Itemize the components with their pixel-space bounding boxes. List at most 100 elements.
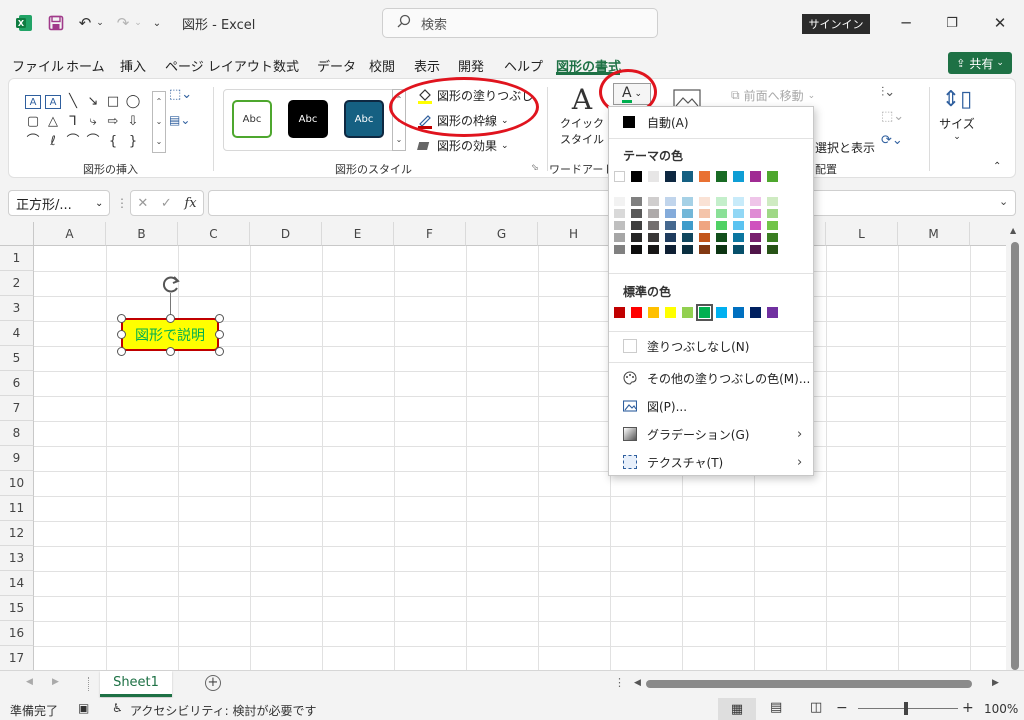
enter-icon[interactable]: ✓ [161,196,172,211]
line-icon[interactable]: ╲ [65,95,81,109]
theme-tint-swatch[interactable] [631,245,642,254]
collapse-ribbon-icon[interactable]: ⌃ [993,161,1001,172]
signin-button[interactable]: サインイン [802,14,870,34]
row-header[interactable]: 4 [0,321,34,346]
column-header[interactable]: L [826,222,898,246]
column-header[interactable] [970,222,1006,246]
resize-handle[interactable] [117,330,126,339]
tab-review[interactable]: 校閲 [369,56,395,75]
row-header[interactable]: 16 [0,621,34,646]
theme-tint-swatch[interactable] [648,197,659,206]
textbox-insert-icon[interactable]: ▤⌄ [169,113,199,131]
scroll-right-icon[interactable]: ▶ [992,678,999,688]
page-layout-view-icon[interactable]: ▤ [770,700,782,715]
row-header[interactable]: 1 [0,246,34,271]
save-icon[interactable] [46,10,66,36]
row-header[interactable]: 5 [0,346,34,371]
shapes-gallery[interactable]: A A ╲ ↘ □ ◯ ▢ △ ⅂ ⤷ ⇨ ⇩ ⌒ ℓ ⌒ ⌒ { } ⌃ ⌄ ⌄ [21,91,171,153]
left-brace-icon[interactable]: { [105,135,121,149]
zoom-out-icon[interactable]: − [836,700,848,716]
edit-shape-icon[interactable]: ⬚⌄ [169,87,199,105]
standard-color-swatch[interactable] [682,307,693,318]
share-button[interactable]: ⇪ 共有 ⌄ [948,52,1012,74]
theme-tint-swatch[interactable] [631,233,642,242]
theme-tint-swatch[interactable] [699,233,710,242]
standard-color-swatch[interactable] [767,307,778,318]
row-header[interactable]: 11 [0,496,34,521]
theme-color-swatch[interactable] [716,171,727,182]
right-brace-icon[interactable]: } [125,135,141,149]
customize-qat-icon[interactable]: ⌄ [150,10,164,36]
column-header[interactable]: D [250,222,322,246]
column-header[interactable]: M [898,222,970,246]
automatic-color-item[interactable]: 自動(A) [609,109,813,135]
column-header[interactable]: E [322,222,394,246]
arc-icon[interactable]: ⌒ [85,135,101,149]
style-preset-green-outline[interactable]: Abc [232,100,272,138]
row-header[interactable]: 13 [0,546,34,571]
theme-tint-swatch[interactable] [614,233,625,242]
rotate-icon[interactable]: ⟳⌄ [881,133,921,157]
theme-tint-swatch[interactable] [733,209,744,218]
elbow-connector-icon[interactable]: ⅂ [65,115,81,129]
row-header[interactable]: 2 [0,271,34,296]
tab-data[interactable]: データ [317,56,356,75]
right-arrow-icon[interactable]: ⇨ [105,115,121,129]
row-header[interactable]: 17 [0,646,34,670]
theme-tint-swatch[interactable] [750,209,761,218]
theme-tint-swatch[interactable] [733,233,744,242]
resize-handle[interactable] [215,347,224,356]
theme-tint-swatch[interactable] [648,233,659,242]
theme-tint-swatch[interactable] [733,221,744,230]
theme-tint-swatch[interactable] [767,233,778,242]
theme-color-swatch[interactable] [750,171,761,182]
zoom-in-icon[interactable]: + [962,700,974,716]
resize-handle[interactable] [117,314,126,323]
picture-fill-item[interactable]: 図(P)... [609,393,813,419]
rounded-rectangle-icon[interactable]: ▢ [25,115,41,129]
tab-view[interactable]: 表示 [414,56,440,75]
triangle-icon[interactable]: △ [45,115,61,129]
resize-handle[interactable] [166,314,175,323]
shape-effects-button[interactable]: 図形の効果 ⌄ [417,137,509,154]
cancel-icon[interactable]: ✕ [137,196,148,211]
zoom-level[interactable]: 100% [984,702,1018,716]
theme-color-swatch[interactable] [682,171,693,182]
undo-dropdown-icon[interactable]: ⌄ [95,10,105,36]
theme-color-swatch[interactable] [699,171,710,182]
style-preset-black[interactable]: Abc [288,100,328,138]
theme-tint-swatch[interactable] [631,209,642,218]
tab-help[interactable]: ヘルプ [504,56,543,75]
theme-tint-swatch[interactable] [699,209,710,218]
standard-color-swatch[interactable] [716,307,727,318]
resize-handle[interactable] [215,330,224,339]
theme-tint-swatch[interactable] [699,221,710,230]
freeform-icon[interactable]: ⌒ [25,135,41,149]
theme-tint-swatch[interactable] [682,245,693,254]
tab-file[interactable]: ファイル [12,56,64,75]
theme-color-swatch[interactable] [614,171,625,182]
curve-icon[interactable]: ⌒ [65,135,81,149]
row-header[interactable]: 15 [0,596,34,621]
theme-tint-swatch[interactable] [614,221,625,230]
theme-tint-swatch[interactable] [682,221,693,230]
page-break-view-icon[interactable]: ◫ [810,700,822,715]
accessibility-status[interactable]: アクセシビリティ: 検討が必要です [130,702,317,719]
close-icon[interactable]: ✕ [990,10,1010,36]
redo-dropdown-icon[interactable]: ⌄ [133,10,143,36]
standard-color-swatch[interactable] [648,307,659,318]
theme-color-swatch[interactable] [648,171,659,182]
texture-item[interactable]: テクスチャ(T) › [609,449,813,475]
theme-tint-swatch[interactable] [665,209,676,218]
name-box[interactable]: 正方形/... ⌄ [8,190,110,216]
row-header[interactable]: 6 [0,371,34,396]
redo-icon[interactable]: ↷ [114,10,132,36]
shape-styles-gallery[interactable]: Abc Abc Abc [223,89,403,151]
column-header[interactable]: B [106,222,178,246]
undo-icon[interactable]: ↶ [76,10,94,36]
theme-tint-swatch[interactable] [716,221,727,230]
size-button[interactable]: ⇕▯ サイズ ⌄ [937,85,977,155]
theme-tint-swatch[interactable] [665,197,676,206]
theme-tint-swatch[interactable] [750,221,761,230]
textbox-icon[interactable]: A [25,95,41,109]
